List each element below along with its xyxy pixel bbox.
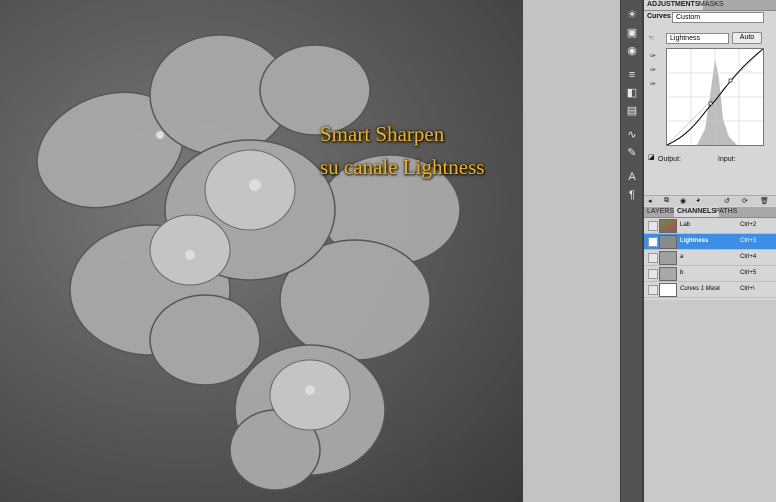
channel-name: b (680, 270, 684, 276)
tab-paths[interactable]: PATHS (712, 207, 740, 217)
hand-icon[interactable]: ☜ (648, 34, 654, 42)
channel-shortcut: Ctrl+2 (740, 222, 757, 228)
preset-label: Curves (647, 13, 671, 20)
reset-icon[interactable]: ↺ (724, 197, 730, 205)
channel-row-a[interactable]: a Ctrl+4 (644, 250, 776, 266)
visibility-toggle[interactable] (648, 253, 658, 263)
flower-photo: Smart Sharpen su canale Lightness (0, 0, 523, 502)
channel-select[interactable]: Lightness (666, 33, 729, 44)
channel-row-lab[interactable]: Lab Ctrl+2 (644, 218, 776, 234)
channel-thumbnail (659, 251, 677, 265)
channel-row-lightness[interactable]: Lightness Ctrl+3 (644, 234, 776, 250)
adjustments-panel: ADJUSTMENTS MASKS Curves Custom ☜ Lightn… (644, 0, 776, 502)
tab-layers[interactable]: LAYERS (644, 207, 677, 217)
sun-icon[interactable]: ☀ (625, 8, 639, 22)
channel-thumbnail (659, 267, 677, 281)
curves-graph[interactable] (666, 48, 764, 146)
channel-row-b[interactable]: b Ctrl+5 (644, 266, 776, 282)
preset-select[interactable]: Custom (672, 12, 764, 23)
levels-icon[interactable]: ▤ (625, 104, 639, 118)
eyedropper-gray-icon[interactable]: ✑ (650, 66, 656, 74)
channel-shortcut: Ctrl+5 (740, 270, 757, 276)
overlay-subtitle: su canale Lightness (320, 155, 485, 179)
auto-button[interactable]: Auto (732, 32, 762, 44)
tab-masks[interactable]: MASKS (696, 0, 727, 10)
channels-empty-area (644, 300, 776, 502)
sliders-icon[interactable]: ≡ (625, 68, 639, 82)
target-icon[interactable]: ◉ (625, 44, 639, 58)
tab-adjustments[interactable]: ADJUSTMENTS (644, 0, 703, 10)
channel-name: Curves 1 Mask (680, 286, 721, 292)
channel-name: a (680, 254, 684, 260)
document-canvas[interactable]: Smart Sharpen su canale Lightness (0, 0, 620, 502)
preview-icon[interactable]: ◕ (696, 197, 700, 204)
eye-icon[interactable] (648, 237, 658, 247)
curves-icon[interactable]: ∿ (625, 128, 639, 142)
adjustments-tabs: ADJUSTMENTS MASKS (644, 0, 776, 11)
channel-name: Lab (680, 222, 691, 228)
channel-name: Lightness (680, 238, 709, 244)
visibility-toggle[interactable] (648, 285, 658, 295)
trash-icon[interactable]: 🗑 (760, 197, 769, 205)
layers-tabs: LAYERS CHANNELS PATHS (644, 207, 776, 218)
channel-thumbnail (659, 235, 677, 249)
paragraph-icon[interactable]: ¶ (625, 188, 639, 202)
channel-thumbnail (659, 219, 677, 233)
visibility-icon[interactable]: ◉ (680, 197, 686, 205)
eyedropper-white-icon[interactable]: ✑ (650, 80, 656, 88)
clip-icon[interactable]: ⧉ (664, 197, 669, 205)
channel-thumbnail (659, 283, 677, 297)
picture-icon[interactable]: ▣ (625, 26, 639, 40)
overlay-title: Smart Sharpen (320, 122, 445, 146)
curve-options-icon[interactable]: ◪ (648, 153, 655, 161)
input-label: Input: (718, 156, 736, 163)
channel-shortcut: Ctrl+\ (740, 286, 755, 292)
eyedropper-black-icon[interactable]: ✑ (650, 52, 656, 60)
refresh-icon[interactable]: ⟳ (742, 197, 748, 205)
channel-row-curves-mask[interactable]: Curves 1 Mask Ctrl+\ (644, 282, 776, 298)
channel-shortcut: Ctrl+3 (740, 238, 757, 244)
brush-icon[interactable]: ✎ (625, 146, 639, 160)
output-label: Output: (658, 156, 681, 163)
channel-shortcut: Ctrl+4 (740, 254, 757, 260)
visibility-toggle[interactable] (648, 269, 658, 279)
back-icon[interactable]: ◂ (648, 197, 652, 205)
visibility-toggle[interactable] (648, 221, 658, 231)
text-icon[interactable]: A (625, 170, 639, 184)
adjustments-footer: ◂ ⧉ ◉ ◕ ↺ ⟳ 🗑 (644, 195, 776, 206)
bw-icon[interactable]: ◧ (625, 86, 639, 100)
